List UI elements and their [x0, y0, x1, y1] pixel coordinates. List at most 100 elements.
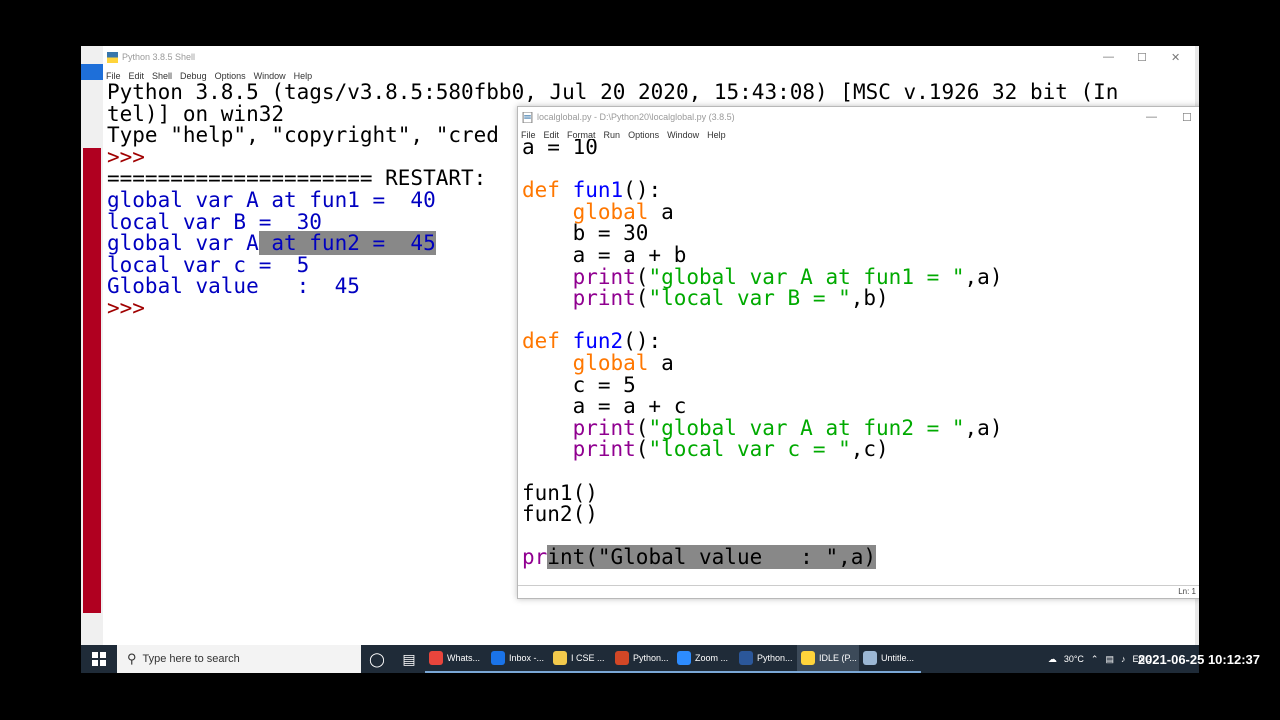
shell-menu-debug[interactable]: Debug — [180, 71, 207, 81]
code-token: ===================== RESTART: — [107, 166, 499, 191]
task-view-icon[interactable]: ▤ — [393, 651, 425, 668]
code-token: ( — [635, 437, 649, 462]
maximize-button[interactable]: ☐ — [1137, 46, 1147, 68]
code-line[interactable]: def fun2(): — [522, 331, 1199, 353]
code-line[interactable]: print("global var A at fun2 = ",a) — [522, 415, 1199, 440]
code-token: local var B = 30 — [107, 209, 322, 234]
taskbar-app[interactable]: Zoom ... — [673, 645, 735, 673]
code-line[interactable]: print("local var B = ",b) — [522, 286, 1199, 311]
taskbar-app[interactable]: Whats... — [425, 645, 487, 673]
shell-line[interactable]: Python 3.8.5 (tags/v3.8.5:580fbb0, Jul 2… — [107, 80, 1119, 104]
code-token: pr — [522, 545, 548, 569]
taskbar-app[interactable]: IDLE (P... — [797, 645, 859, 673]
code-token: Type "help", "copyright", "cred — [107, 123, 499, 148]
temperature[interactable]: 30°C — [1064, 654, 1084, 664]
app-label: I CSE ... — [571, 653, 605, 663]
app-icon — [863, 651, 877, 665]
code-line[interactable]: print("local var c = ",c) — [522, 439, 1199, 461]
code-line[interactable]: print("Global value : ",a) — [522, 545, 1199, 569]
shell-menu-edit[interactable]: Edit — [129, 71, 145, 81]
app-icon — [553, 651, 567, 665]
code-token: "local var B = " — [648, 286, 851, 311]
editor-menu-format[interactable]: Format — [567, 130, 596, 140]
editor-menu-window[interactable]: Window — [667, 130, 699, 140]
code-line[interactable] — [522, 159, 1199, 181]
code-line[interactable]: def fun1(): — [522, 178, 1199, 203]
code-line[interactable] — [522, 310, 1199, 332]
taskbar-app[interactable]: I CSE ... — [549, 645, 611, 673]
code-token: Python 3.8.5 (tags/v3.8.5:580fbb0, Jul 2… — [107, 80, 1119, 104]
chevron-up-icon[interactable]: ⌃ — [1091, 654, 1099, 665]
code-token: global var A at fun1 = 40 — [107, 187, 436, 212]
taskbar-app[interactable]: Python... — [735, 645, 797, 673]
code-token: fun1() — [522, 480, 598, 505]
code-line[interactable] — [522, 526, 1199, 548]
editor-maximize-button[interactable]: ☐ — [1182, 107, 1192, 127]
editor-window[interactable]: localglobal.py - D:\Python20\localglobal… — [517, 106, 1199, 599]
search-placeholder: Type here to search — [142, 653, 240, 665]
code-token: def — [522, 329, 560, 354]
desktop-screen: Python 3.8.5 Shell — ☐ ✕ File Edit Shell De… — [81, 46, 1199, 673]
cortana-icon[interactable]: ◯ — [361, 651, 393, 668]
shell-menu-options[interactable]: Options — [215, 71, 246, 81]
code-line[interactable]: fun2() — [522, 503, 1199, 526]
code-token: a = a + b — [522, 242, 687, 267]
editor-statusbar: Ln: 1 — [518, 585, 1199, 598]
code-line[interactable]: a = a + b — [522, 242, 1199, 267]
code-token: fun1 — [572, 178, 624, 203]
taskbar-app[interactable]: Python... — [611, 645, 673, 673]
minimize-button[interactable]: — — [1103, 46, 1114, 68]
editor-menu-run[interactable]: Run — [604, 130, 621, 140]
taskbar-app[interactable]: Inbox -... — [487, 645, 549, 673]
code-line[interactable]: c = 5 — [522, 372, 1199, 397]
code-line[interactable]: global a — [522, 350, 1199, 375]
editor-minimize-button[interactable]: — — [1146, 107, 1157, 127]
shell-menu-file[interactable]: File — [106, 71, 121, 81]
code-token: c = 5 — [522, 372, 636, 397]
code-line[interactable] — [522, 461, 1199, 483]
taskbar-search[interactable]: ⚲ Type here to search — [117, 645, 361, 673]
code-line[interactable]: a = a + c — [522, 394, 1199, 419]
taskbar-app[interactable]: Untitle... — [859, 645, 921, 673]
code-line[interactable]: b = 30 — [522, 223, 1199, 245]
search-icon: ⚲ — [127, 651, 137, 666]
code-token: a — [648, 350, 674, 375]
editor-menu-file[interactable]: File — [521, 130, 536, 140]
code-token: ,a) — [964, 264, 1003, 289]
code-token: Global value : 45 — [107, 274, 360, 299]
app-label: Inbox -... — [509, 653, 545, 663]
shell-menu-help[interactable]: Help — [294, 71, 313, 81]
network-icon[interactable]: ▤ — [1105, 654, 1114, 665]
start-button[interactable] — [81, 645, 117, 673]
code-token: local var c = 5 — [107, 252, 310, 277]
code-token: b = 30 — [522, 221, 649, 246]
shell-titlebar[interactable]: Python 3.8.5 Shell — ☐ ✕ — [103, 46, 1195, 68]
code-line[interactable]: a = 10 — [522, 139, 1199, 159]
code-token: ( — [635, 264, 649, 289]
code-token: a = a + c — [522, 394, 687, 419]
code-token: ,b) — [850, 286, 889, 311]
app-label: Python... — [633, 653, 669, 663]
shell-menu-shell[interactable]: Shell — [152, 71, 172, 81]
selected-text: at fun2 = 45 — [258, 231, 436, 256]
code-area[interactable]: a = 10 def fun1(): global a b = 30 a = a … — [522, 139, 1199, 569]
editor-menu-options[interactable]: Options — [628, 130, 659, 140]
weather-icon[interactable]: ☁ — [1048, 654, 1057, 665]
code-line[interactable]: print("global var A at fun1 = ",a) — [522, 264, 1199, 289]
code-line[interactable]: global a — [522, 201, 1199, 224]
volume-icon[interactable]: ♪ — [1121, 654, 1126, 664]
shell-menu-window[interactable]: Window — [254, 71, 286, 81]
editor-menu-edit[interactable]: Edit — [544, 130, 560, 140]
background-app-tab — [81, 64, 103, 80]
code-line[interactable]: fun1() — [522, 480, 1199, 505]
app-label: Zoom ... — [695, 653, 729, 663]
close-button[interactable]: ✕ — [1171, 46, 1180, 68]
code-token: print — [572, 415, 636, 440]
editor-titlebar[interactable]: localglobal.py - D:\Python20\localglobal… — [518, 107, 1199, 127]
editor-menu-help[interactable]: Help — [707, 130, 726, 140]
